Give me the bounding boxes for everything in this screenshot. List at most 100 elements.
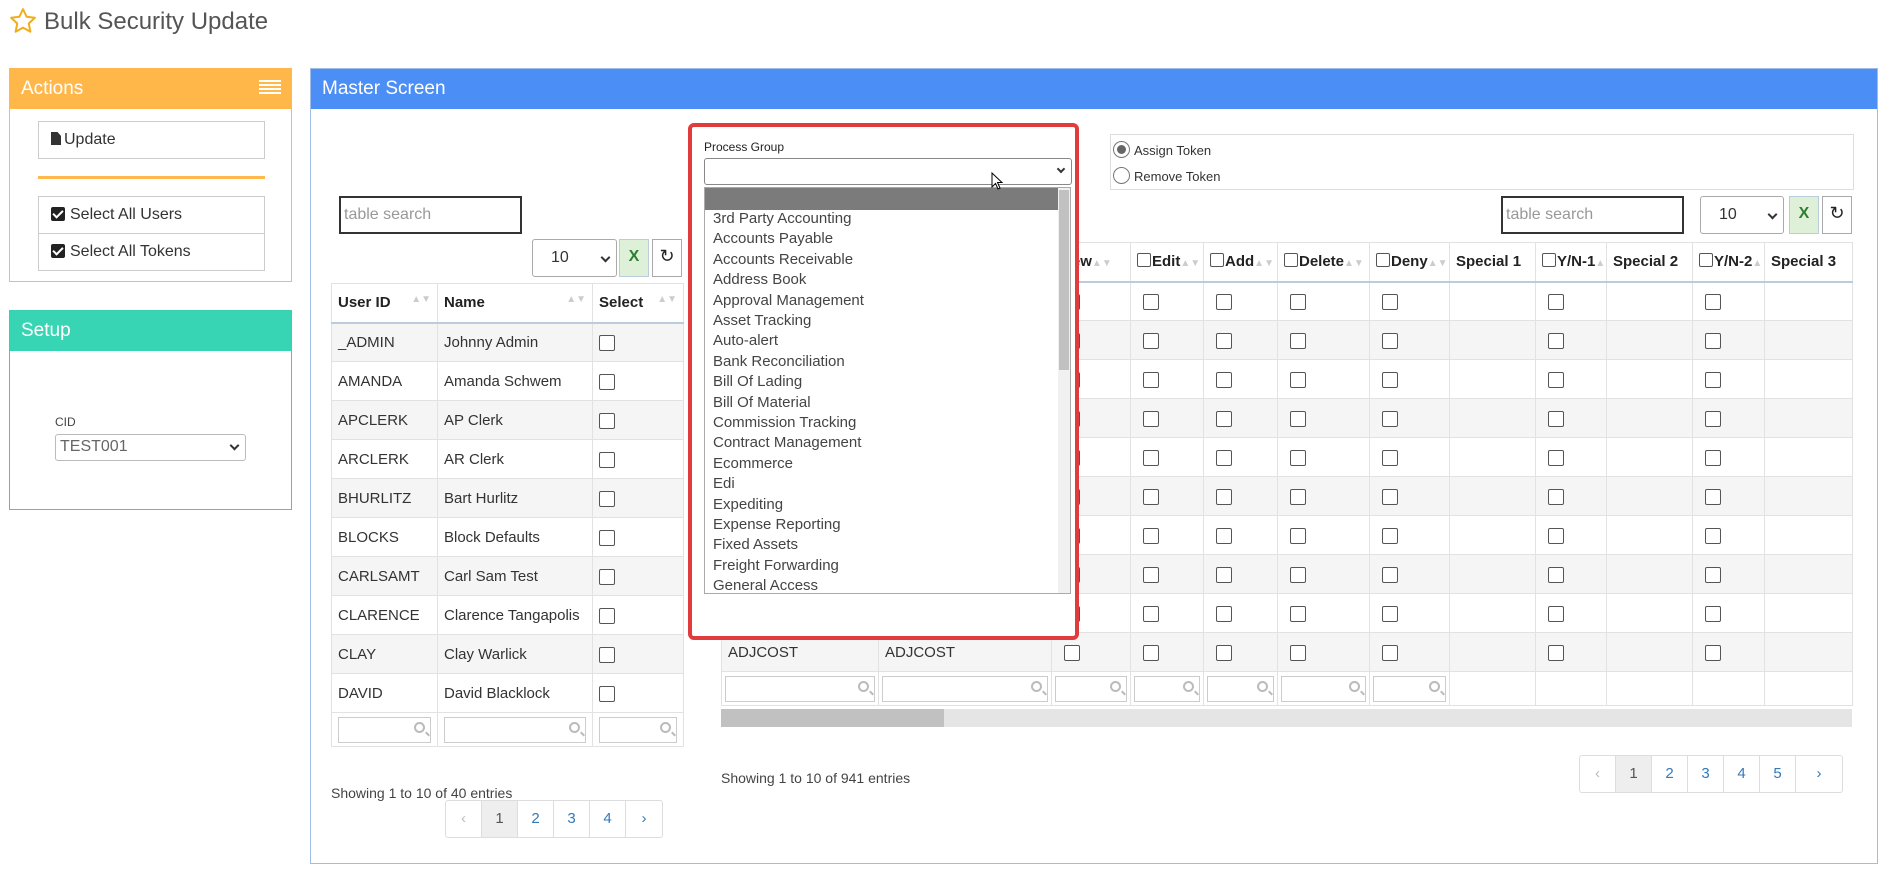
column-filter-input[interactable]: [1373, 675, 1446, 702]
column-header-deny[interactable]: Deny▲▼: [1369, 242, 1450, 283]
column-filter-input[interactable]: [1055, 675, 1127, 702]
tokens-prev-page-button[interactable]: ‹: [1580, 756, 1616, 792]
permission-checkbox[interactable]: [1705, 488, 1721, 505]
permission-checkbox[interactable]: [1290, 410, 1306, 427]
permission-checkbox[interactable]: [1216, 605, 1232, 622]
tokens-page-button[interactable]: 1: [1616, 756, 1652, 792]
tokens-search-input[interactable]: table search: [1501, 196, 1684, 234]
tokens-page-button[interactable]: 3: [1688, 756, 1724, 792]
users-prev-page-button[interactable]: ‹: [446, 801, 482, 837]
tokens-refresh-icon[interactable]: ↻: [1822, 196, 1852, 234]
table-row[interactable]: BLOCKS Block Defaults: [331, 517, 684, 557]
permission-checkbox[interactable]: [1143, 332, 1159, 349]
permission-checkbox[interactable]: [1382, 605, 1398, 622]
permission-checkbox[interactable]: [1216, 449, 1232, 466]
permission-checkbox[interactable]: [1216, 371, 1232, 388]
column-select-all-checkbox[interactable]: [1210, 253, 1224, 268]
permission-checkbox[interactable]: [1216, 410, 1232, 427]
table-row[interactable]: DAVID David Blacklock: [331, 673, 684, 713]
permission-checkbox[interactable]: [1548, 332, 1564, 349]
permission-checkbox[interactable]: [1548, 527, 1564, 544]
column-header-select[interactable]: Select ▲▼: [592, 283, 684, 324]
permission-checkbox[interactable]: [1548, 371, 1564, 388]
column-filter-input[interactable]: [1207, 675, 1274, 702]
tokens-excel-export-icon[interactable]: X: [1789, 196, 1819, 234]
permission-checkbox[interactable]: [1548, 605, 1564, 622]
users-page-length-select[interactable]: 10: [532, 239, 617, 277]
permission-checkbox[interactable]: [1290, 449, 1306, 466]
permission-checkbox[interactable]: [1705, 332, 1721, 349]
column-header-y-n-1[interactable]: Y/N-1▲▼: [1535, 242, 1607, 283]
column-filter-input[interactable]: [725, 675, 875, 702]
permission-checkbox[interactable]: [1382, 566, 1398, 583]
permission-checkbox[interactable]: [1143, 449, 1159, 466]
permission-checkbox[interactable]: [1382, 488, 1398, 505]
permission-checkbox[interactable]: [1705, 293, 1721, 310]
column-select-all-checkbox[interactable]: [1376, 253, 1390, 268]
table-row[interactable]: BHURLITZ Bart Hurlitz: [331, 478, 684, 518]
permission-checkbox[interactable]: [1705, 527, 1721, 544]
users-next-page-button[interactable]: ›: [626, 801, 662, 837]
column-header-special-2[interactable]: Special 2: [1606, 242, 1693, 283]
table-row[interactable]: APCLERK AP Clerk: [331, 400, 684, 440]
permission-checkbox[interactable]: [1382, 527, 1398, 544]
column-header-special-1[interactable]: Special 1: [1449, 242, 1536, 283]
assign-token-option[interactable]: Assign Token: [1113, 141, 1211, 158]
users-page-button[interactable]: 3: [554, 801, 590, 837]
permission-checkbox[interactable]: [1705, 644, 1721, 661]
column-select-all-checkbox[interactable]: [1137, 253, 1151, 268]
column-select-all-checkbox[interactable]: [1699, 253, 1713, 268]
permission-checkbox[interactable]: [1382, 644, 1398, 661]
permission-checkbox[interactable]: [1705, 371, 1721, 388]
cid-select[interactable]: TEST001: [55, 434, 246, 461]
users-page-button[interactable]: 1: [482, 801, 518, 837]
table-row[interactable]: CLAY Clay Warlick: [331, 634, 684, 674]
tokens-page-length-select[interactable]: 10: [1700, 196, 1784, 234]
select-user-checkbox[interactable]: [599, 529, 615, 546]
tokens-page-button[interactable]: 2: [1652, 756, 1688, 792]
select-user-checkbox[interactable]: [599, 334, 615, 351]
permission-checkbox[interactable]: [1143, 527, 1159, 544]
column-select-all-checkbox[interactable]: [1284, 253, 1298, 268]
permission-checkbox[interactable]: [1290, 644, 1306, 661]
permission-checkbox[interactable]: [1290, 293, 1306, 310]
select-user-checkbox[interactable]: [599, 607, 615, 624]
permission-checkbox[interactable]: [1290, 371, 1306, 388]
permission-checkbox[interactable]: [1548, 293, 1564, 310]
users-page-button[interactable]: 4: [590, 801, 626, 837]
select-all-tokens-button[interactable]: Select All Tokens: [38, 233, 265, 271]
permission-checkbox[interactable]: [1705, 410, 1721, 427]
permission-checkbox[interactable]: [1548, 410, 1564, 427]
table-row[interactable]: CARLSAMT Carl Sam Test: [331, 556, 684, 596]
permission-checkbox[interactable]: [1705, 449, 1721, 466]
table-row[interactable]: AMANDA Amanda Schwem: [331, 361, 684, 401]
permission-checkbox[interactable]: [1290, 527, 1306, 544]
column-header-special-3[interactable]: Special 3: [1764, 242, 1853, 283]
permission-checkbox[interactable]: [1382, 449, 1398, 466]
permission-checkbox[interactable]: [1216, 527, 1232, 544]
permission-checkbox[interactable]: [1143, 644, 1159, 661]
user-id-filter-input[interactable]: [338, 716, 431, 743]
scrollbar-thumb[interactable]: [721, 709, 944, 727]
update-button[interactable]: Update: [38, 121, 265, 159]
permission-checkbox[interactable]: [1705, 605, 1721, 622]
remove-token-option[interactable]: Remove Token: [1113, 167, 1220, 184]
select-all-users-button[interactable]: Select All Users: [38, 196, 265, 234]
permission-checkbox[interactable]: [1143, 371, 1159, 388]
permission-checkbox[interactable]: [1290, 605, 1306, 622]
column-filter-input[interactable]: [1134, 675, 1200, 702]
select-user-checkbox[interactable]: [599, 646, 615, 663]
permission-checkbox[interactable]: [1143, 293, 1159, 310]
select-user-checkbox[interactable]: [599, 412, 615, 429]
permission-checkbox[interactable]: [1216, 488, 1232, 505]
permission-checkbox[interactable]: [1548, 488, 1564, 505]
permission-checkbox[interactable]: [1216, 293, 1232, 310]
permission-checkbox[interactable]: [1382, 371, 1398, 388]
users-page-button[interactable]: 2: [518, 801, 554, 837]
permission-checkbox[interactable]: [1548, 449, 1564, 466]
column-select-all-checkbox[interactable]: [1542, 253, 1556, 268]
column-header-add[interactable]: Add▲▼: [1203, 242, 1278, 283]
permission-checkbox[interactable]: [1143, 605, 1159, 622]
permission-checkbox[interactable]: [1382, 293, 1398, 310]
permission-checkbox[interactable]: [1216, 566, 1232, 583]
